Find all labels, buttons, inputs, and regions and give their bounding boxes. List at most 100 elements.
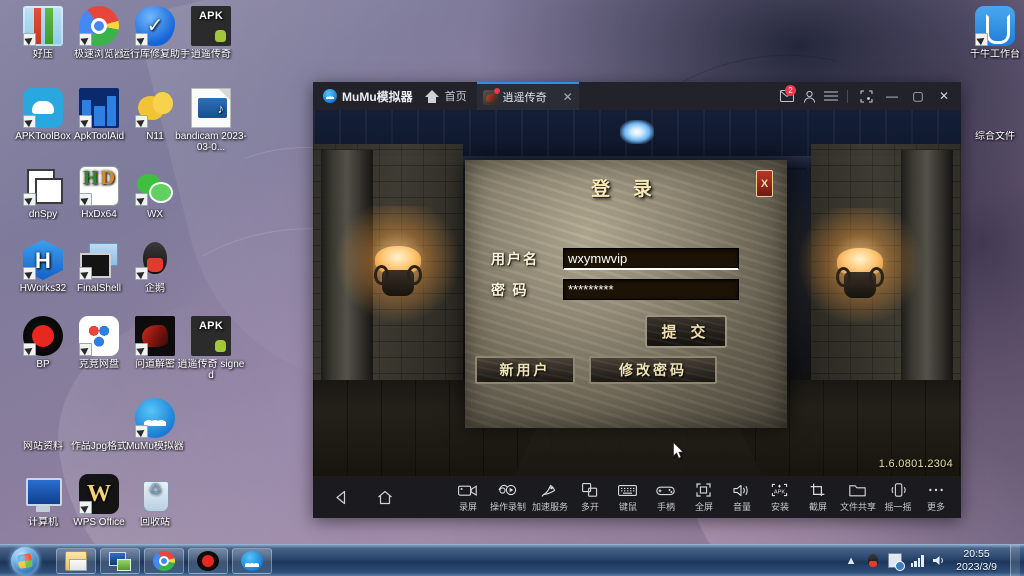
tool-keyboard[interactable]: 键鼠 <box>609 476 647 518</box>
volume-icon[interactable] <box>931 553 947 569</box>
desktop-icon[interactable]: 综合文件 <box>958 88 1024 142</box>
tool-install-apk[interactable]: APK 安装 <box>761 476 799 518</box>
recycle-icon <box>135 474 175 514</box>
android-back-icon[interactable] <box>319 476 363 518</box>
tool-label: 安装 <box>770 501 789 512</box>
desktop-icon-art <box>135 474 175 514</box>
username-row: 用户名 wxymwvip <box>491 248 739 270</box>
desktop-icon-label: 综合文件 <box>975 131 1015 142</box>
folder-open-icon <box>975 88 1015 128</box>
taskbar-item-chrome[interactable] <box>144 547 184 574</box>
message-icon[interactable]: 2 <box>776 82 798 110</box>
desktop-icon-art <box>135 316 175 356</box>
desktop-icon-art <box>23 398 63 438</box>
username-input[interactable]: wxymwvip <box>563 248 739 270</box>
home-tab[interactable]: 首页 <box>421 82 477 110</box>
sync-doc-tray-icon[interactable] <box>887 553 903 569</box>
desktop-icon-label: 千牛工作台 <box>970 49 1020 60</box>
emulator-brand-label: MuMu模拟器 <box>342 89 413 104</box>
account-icon[interactable] <box>798 82 820 110</box>
folder-img-icon <box>79 398 119 438</box>
desktop-icon-label: MuMu模拟器 <box>126 441 184 452</box>
screenshot-icon[interactable] <box>853 82 879 110</box>
tool-folder-share[interactable]: 文件共享 <box>837 476 879 518</box>
tool-rocket-boost[interactable]: 加速服务 <box>529 476 571 518</box>
network-signal-icon[interactable] <box>909 553 925 569</box>
desktop-icon-art <box>23 240 63 280</box>
shortcut-overlay-icon <box>135 33 148 46</box>
tool-gamepad[interactable]: 手柄 <box>647 476 685 518</box>
desktop-icon-art <box>23 474 63 514</box>
desktop-icon-art <box>79 474 119 514</box>
desktop-icon-label: WX <box>146 209 164 220</box>
install-apk-icon: APK <box>770 482 789 499</box>
desktop-icon[interactable]: 回收站 <box>118 474 192 528</box>
maximize-button[interactable]: ▢ <box>905 82 931 110</box>
password-input[interactable]: ********* <box>563 279 739 300</box>
show-desktop-button[interactable] <box>1010 544 1020 576</box>
shortcut-overlay-icon <box>79 115 92 128</box>
tool-macro-record[interactable]: 操作录制 <box>487 476 529 518</box>
desktop-icon[interactable]: WX <box>118 166 192 220</box>
menu-icon[interactable] <box>820 82 842 110</box>
explorer-icon <box>65 550 87 571</box>
password-label: 密 码 <box>491 283 529 299</box>
desktop-icon[interactable]: 逍遥传奇 signed <box>174 316 248 381</box>
shortcut-overlay-icon <box>23 115 36 128</box>
desktop-icon[interactable]: MuMu模拟器 <box>118 398 192 452</box>
shortcut-overlay-icon <box>135 115 148 128</box>
submit-button[interactable]: 提 交 <box>645 315 727 348</box>
tab-label: 逍遥传奇 <box>502 92 547 104</box>
qq-tray-icon[interactable] <box>865 553 881 569</box>
tool-more-dots[interactable]: 更多 <box>917 476 955 518</box>
minimize-button[interactable]: — <box>879 82 905 110</box>
desktop-icon[interactable]: 企鹅 <box>118 240 192 294</box>
rocket-boost-icon <box>541 482 558 499</box>
taskbar-item-bandicam[interactable] <box>188 547 228 574</box>
system-tray: ▲ 20:55 2023/3/9 <box>843 544 1024 576</box>
desktop-icon[interactable]: bandicam 2023-03-0... <box>174 88 248 153</box>
login-panel: 登 录 X 用户名 wxymwvip 密 码 ********* 提 交 新用户… <box>465 160 787 428</box>
tool-label: 截屏 <box>808 501 827 512</box>
tool-label: 键鼠 <box>618 501 637 512</box>
tab-xiaoyao-chuanqi[interactable]: 逍遥传奇 ✕ <box>476 82 579 110</box>
gamepad-icon <box>656 482 676 499</box>
android-home-icon[interactable] <box>363 476 407 518</box>
desktop-icon[interactable]: 千牛工作台 <box>958 6 1024 60</box>
close-window-button[interactable]: ✕ <box>931 82 957 110</box>
svg-text:APK: APK <box>774 490 785 496</box>
tool-fullscreen[interactable]: 全屏 <box>685 476 723 518</box>
tool-label: 摇一摇 <box>884 501 912 512</box>
game-viewport[interactable]: 登 录 X 用户名 wxymwvip 密 码 ********* 提 交 新用户… <box>313 110 961 476</box>
windows-flag-icon <box>17 552 33 569</box>
taskbar-item-remote-desktop[interactable] <box>100 547 140 574</box>
brazier-lamp-left <box>335 206 461 324</box>
tool-volume[interactable]: 音量 <box>723 476 761 518</box>
home-icon <box>424 89 439 103</box>
taskbar-item-explorer[interactable] <box>56 547 96 574</box>
tool-crop-screenshot[interactable]: 截屏 <box>799 476 837 518</box>
remote-desktop-icon <box>109 551 131 571</box>
tool-shake-phone[interactable]: 摇一摇 <box>879 476 917 518</box>
taskbar-item-mumu[interactable] <box>232 547 272 574</box>
tool-label: 录屏 <box>458 501 477 512</box>
clock-time: 20:55 <box>963 547 990 560</box>
game-app-icon <box>482 87 500 105</box>
apkfile-icon <box>191 6 231 46</box>
mumu-emulator-window[interactable]: MuMu模拟器 首页 逍遥传奇 ✕ 2 — ▢ ✕ 登 录 X 用户名 wxym… <box>313 82 961 518</box>
close-tab-icon[interactable]: ✕ <box>563 91 573 103</box>
taskbar-clock[interactable]: 20:55 2023/3/9 <box>953 548 1004 574</box>
change-password-button[interactable]: 修改密码 <box>589 356 717 384</box>
desktop-icon-label: 企鹅 <box>145 283 165 294</box>
new-user-button[interactable]: 新用户 <box>475 356 575 384</box>
emulator-titlebar[interactable]: MuMu模拟器 首页 逍遥传奇 ✕ 2 — ▢ ✕ <box>313 82 961 110</box>
tool-video-camera[interactable]: 录屏 <box>449 476 487 518</box>
mumu-logo-icon <box>323 89 337 103</box>
tool-multi-instance[interactable]: 多开 <box>571 476 609 518</box>
start-button[interactable] <box>2 546 48 576</box>
login-panel-close-button[interactable]: X <box>756 170 773 197</box>
show-hidden-icons-icon[interactable]: ▲ <box>843 553 859 569</box>
shortcut-overlay-icon <box>79 193 92 206</box>
desktop-icon[interactable]: 逍遥传奇 <box>174 6 248 60</box>
desktop-icon-art <box>79 240 119 280</box>
